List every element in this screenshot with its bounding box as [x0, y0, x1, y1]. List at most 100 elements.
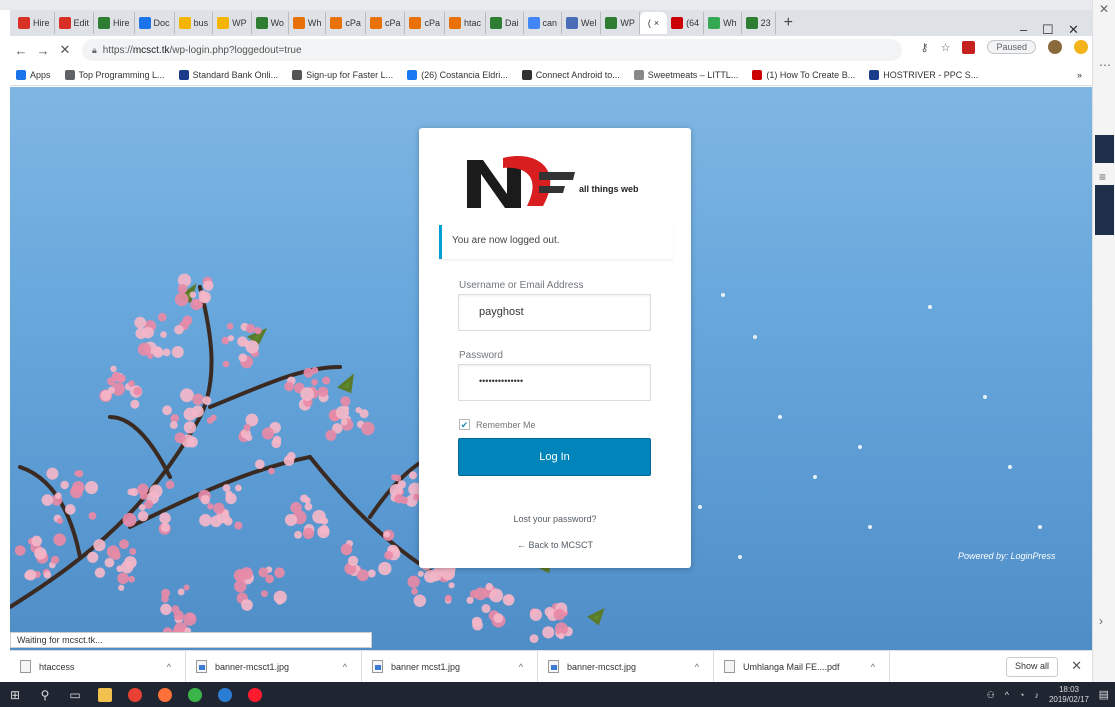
forward-button[interactable]: →: [32, 43, 54, 58]
blossom-petal: [129, 548, 137, 556]
minimize-button[interactable]: –: [1020, 22, 1027, 37]
bookmark-item[interactable]: Sweetmeats – LITTL...: [633, 69, 738, 80]
username-field[interactable]: payghost: [458, 294, 651, 331]
firefox-icon[interactable]: [150, 682, 180, 707]
remember-me-checkbox[interactable]: ✔: [459, 419, 470, 430]
blossom-petal: [189, 291, 197, 299]
key-icon[interactable]: ⚷: [921, 41, 929, 54]
tab-active[interactable]: ( ×: [639, 12, 668, 34]
file-explorer-icon[interactable]: [90, 682, 120, 707]
stop-button[interactable]: ✕: [54, 42, 76, 58]
blossom-petal: [311, 378, 318, 386]
page-viewport: all things web You are now logged out. U…: [10, 87, 1092, 650]
blossom-petal: [233, 568, 248, 583]
browser-tab[interactable]: Wo: [252, 12, 289, 34]
task-view-icon[interactable]: ▭: [60, 682, 90, 707]
bookmark-favicon-icon: [16, 69, 26, 80]
url-input[interactable]: 🔒︎ https://mcsct.tk/wp-login.php?loggedo…: [82, 39, 902, 61]
profile-avatar[interactable]: [1048, 40, 1062, 54]
blossom-petal: [137, 342, 151, 356]
log-in-button[interactable]: Log In: [458, 438, 651, 476]
tray-expand-icon[interactable]: ^: [1005, 690, 1009, 700]
pdf-extension-icon[interactable]: [962, 40, 976, 54]
edge-icon[interactable]: [210, 682, 240, 707]
tab-close-icon[interactable]: ×: [654, 18, 659, 28]
downloads-close-button[interactable]: ✕: [1071, 658, 1082, 674]
bookmark-label: (1) How To Create B...: [766, 69, 856, 80]
image-icon: [548, 660, 559, 673]
star-icon[interactable]: ☆: [941, 41, 951, 54]
browser-tab[interactable]: Hire: [14, 12, 55, 34]
bookmark-item[interactable]: Top Programming L...: [64, 69, 165, 80]
browser-tab[interactable]: Hire: [94, 12, 135, 34]
browser-tab[interactable]: htac: [445, 12, 486, 34]
lost-password-link[interactable]: Lost your password?: [419, 514, 691, 524]
download-menu-button[interactable]: ^: [519, 662, 523, 672]
bookmarks-overflow-button[interactable]: »: [1077, 70, 1082, 80]
extension-icon[interactable]: [1074, 40, 1088, 54]
download-item[interactable]: banner mcst1.jpg ^: [362, 650, 538, 683]
download-menu-button[interactable]: ^: [343, 662, 347, 672]
password-field[interactable]: ••••••••••••••: [458, 364, 651, 401]
back-button[interactable]: ←: [10, 43, 32, 58]
blossom-petal: [165, 480, 175, 489]
app-icon[interactable]: [180, 682, 210, 707]
browser-tab[interactable]: Wh: [704, 12, 742, 34]
notification-icon[interactable]: ▤: [1099, 688, 1109, 701]
bookmark-item[interactable]: Connect Android to...: [521, 69, 620, 80]
bookmark-item[interactable]: (26) Costancia Eldri...: [407, 69, 508, 80]
blossom-petal: [174, 292, 189, 307]
download-item[interactable]: Umhlanga Mail FE....pdf ^: [714, 650, 890, 683]
bookmark-item[interactable]: Apps: [16, 69, 51, 80]
tab-label: can: [542, 18, 558, 28]
browser-tab[interactable]: Doc: [135, 12, 175, 34]
outer-chevron-icon: ›: [1099, 614, 1103, 628]
browser-tab[interactable]: (64: [667, 12, 705, 34]
tab-favicon-icon: [708, 17, 721, 29]
bookmark-item[interactable]: HOSTRIVER - PPC S...: [869, 69, 978, 80]
blossom-petal: [137, 483, 149, 496]
browser-tab[interactable]: cPa: [366, 12, 406, 34]
download-menu-button[interactable]: ^: [695, 662, 699, 672]
chrome-icon[interactable]: [120, 682, 150, 707]
back-to-site-link[interactable]: ← Back to MCSCT: [419, 540, 691, 550]
download-item[interactable]: banner-mcsct.jpg ^: [538, 650, 714, 683]
blossom-petal: [234, 521, 243, 530]
opera-icon[interactable]: [240, 682, 270, 707]
blossom-petal: [356, 569, 369, 582]
blossom-petal: [133, 386, 143, 396]
browser-tab[interactable]: Edit: [55, 12, 95, 34]
network-icon[interactable]: ◔: [1019, 690, 1024, 700]
download-item[interactable]: banner-mcsct1.jpg ^: [186, 650, 362, 683]
search-icon[interactable]: ⚲: [30, 682, 60, 707]
download-item[interactable]: htaccess ^: [10, 650, 186, 683]
browser-tab[interactable]: WP: [213, 12, 252, 34]
browser-tab[interactable]: 23: [742, 12, 776, 34]
show-all-button[interactable]: Show all: [1005, 657, 1058, 677]
browser-tab[interactable]: can: [524, 12, 563, 34]
powered-by-link[interactable]: Powered by: LoginPress: [958, 551, 1056, 561]
browser-tab[interactable]: Dai: [486, 12, 524, 34]
browser-tab[interactable]: cPa: [405, 12, 445, 34]
bookmark-item[interactable]: Standard Bank Onli...: [178, 69, 278, 80]
browser-tab[interactable]: bus: [175, 12, 214, 34]
volume-icon[interactable]: ♪: [1034, 690, 1039, 700]
new-tab-button[interactable]: +: [776, 14, 801, 32]
browser-tab[interactable]: Wh: [289, 12, 327, 34]
blossom-petal: [493, 613, 504, 623]
paused-button[interactable]: Paused: [987, 40, 1036, 54]
blossom-petal: [162, 348, 171, 357]
bookmark-item[interactable]: (1) How To Create B...: [752, 69, 856, 80]
clock[interactable]: 18:03 2019/02/17: [1049, 685, 1089, 705]
people-icon[interactable]: ⚇: [987, 690, 995, 701]
image-icon: [372, 660, 383, 673]
start-icon[interactable]: ⊞: [0, 682, 30, 707]
download-menu-button[interactable]: ^: [871, 662, 875, 672]
download-menu-button[interactable]: ^: [167, 662, 171, 672]
bookmark-item[interactable]: Sign-up for Faster L...: [292, 69, 393, 80]
browser-tab[interactable]: cPa: [326, 12, 366, 34]
blossom-petal: [361, 421, 375, 436]
browser-tab[interactable]: WP: [601, 12, 640, 34]
blossom-petal: [210, 515, 222, 528]
browser-tab[interactable]: Wel: [562, 12, 602, 34]
